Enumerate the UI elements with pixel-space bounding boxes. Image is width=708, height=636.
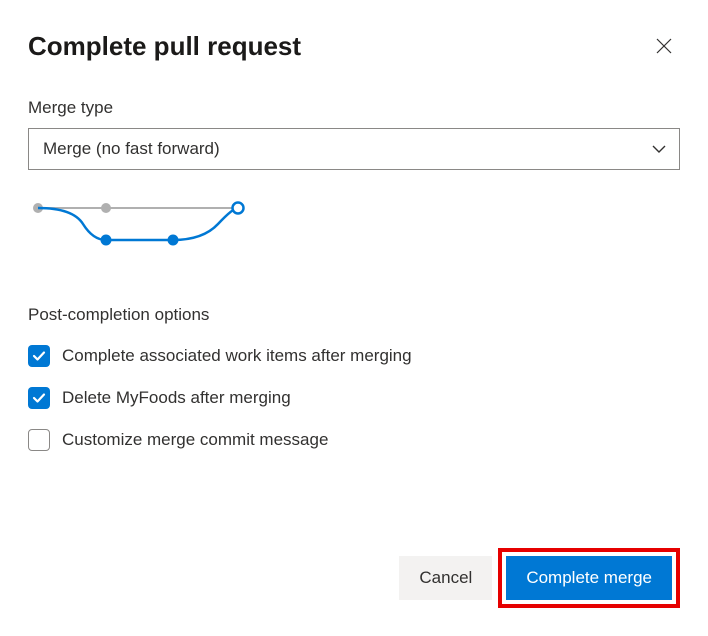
checkbox-label: Customize merge commit message [62,430,328,450]
highlight-annotation: Complete merge [498,548,680,608]
cancel-button[interactable]: Cancel [399,556,492,600]
dialog-title: Complete pull request [28,31,301,62]
checkbox-delete-branch[interactable] [28,387,50,409]
merge-type-select[interactable]: Merge (no fast forward) [28,128,680,170]
checkbox-complete-work-items[interactable] [28,345,50,367]
merge-diagram [28,194,680,257]
checkbox-customize-message[interactable] [28,429,50,451]
check-icon [32,349,46,363]
checkbox-label: Complete associated work items after mer… [62,346,412,366]
merge-type-label: Merge type [28,98,680,118]
post-completion-label: Post-completion options [28,305,680,325]
checkbox-label: Delete MyFoods after merging [62,388,291,408]
close-button[interactable] [648,30,680,62]
checkbox-row-customize-message[interactable]: Customize merge commit message [28,429,680,451]
close-icon [656,38,672,54]
checkbox-row-complete-work-items[interactable]: Complete associated work items after mer… [28,345,680,367]
checkbox-row-delete-branch[interactable]: Delete MyFoods after merging [28,387,680,409]
check-icon [32,391,46,405]
complete-merge-button[interactable]: Complete merge [506,556,672,600]
